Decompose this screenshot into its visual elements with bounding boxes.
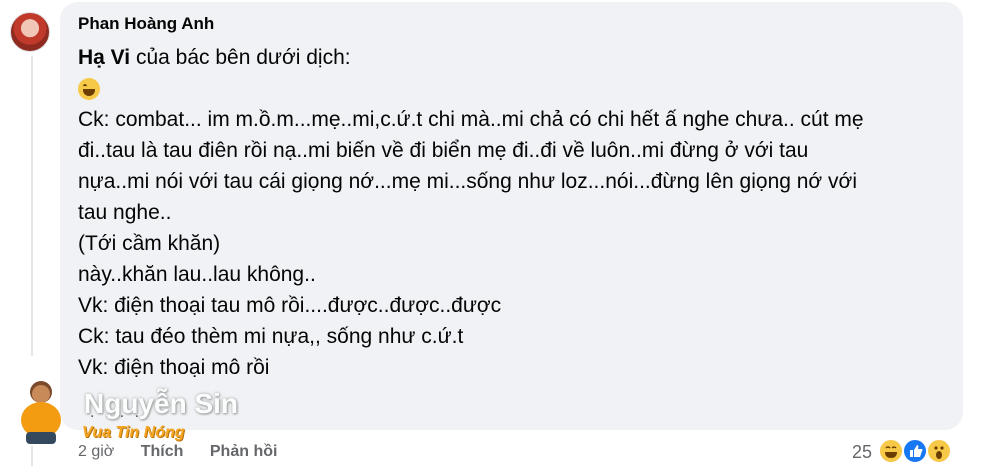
comment-line: Vk: điện thoại tau mô rồi....được..được.…: [78, 294, 502, 317]
haha-emoji-icon: [78, 78, 100, 101]
haha-reaction-icon: [878, 438, 904, 464]
author-avatar[interactable]: [10, 12, 50, 52]
author-name[interactable]: Phan Hoàng Anh: [78, 14, 214, 34]
reply-button[interactable]: Phản hồi: [210, 443, 278, 460]
watermark: Nguyễn Sin Vua Tin Nóng: [12, 378, 238, 448]
like-button[interactable]: Thích: [141, 443, 184, 460]
wow-reaction-icon: [926, 438, 952, 464]
comment-actions: 2 giờ Thích Phản hồi: [78, 443, 299, 461]
comment-line: Ck: tau đéo thèm mi nựa,, sống như c.ứ.t: [78, 325, 464, 348]
watermark-figure-icon: [21, 381, 61, 444]
like-reaction-icon: [902, 438, 928, 464]
reaction-count: 25: [852, 442, 873, 462]
thread-line-bottom: [31, 446, 33, 466]
intro-text: của bác bên dưới dịch:: [130, 46, 351, 69]
comment-line: đi..tau là tau điên rồi nạ..mi biến về đ…: [78, 139, 809, 162]
comment-intro: Hạ Vi của bác bên dưới dịch:: [78, 42, 958, 73]
comment-line: tau nghe..: [78, 201, 172, 224]
comment-line: (Tới cầm khăn): [78, 232, 221, 255]
watermark-tagline: Vua Tin Nóng: [82, 424, 185, 441]
comment-line: này..khăn lau..lau không..: [78, 263, 316, 286]
watermark-name: Nguyễn Sin: [84, 388, 239, 419]
thread-line: [31, 56, 33, 356]
comment-line: nựa..mi nói với tau cái giọng nớ...mẹ mi…: [78, 170, 857, 193]
mention-link[interactable]: Hạ Vi: [78, 46, 130, 69]
comment-line: Ck: combat... im m.ồ.m...mẹ..mi,c.ứ.t ch…: [78, 108, 864, 131]
emoji-line: [78, 73, 958, 104]
comment-body: Hạ Vi của bác bên dưới dịch: Ck: combat.…: [78, 42, 958, 383]
comment-time[interactable]: 2 giờ: [78, 443, 114, 460]
